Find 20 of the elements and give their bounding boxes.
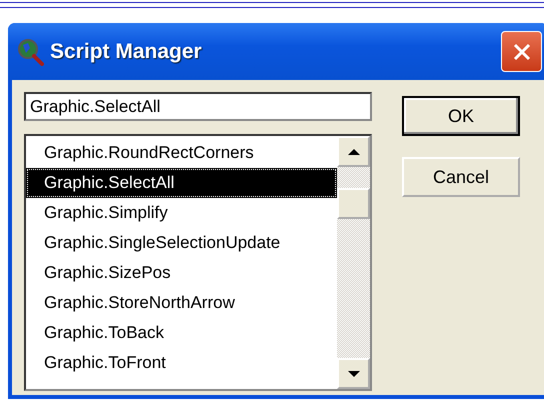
scrollbar[interactable] <box>337 136 370 389</box>
close-button[interactable] <box>501 31 542 72</box>
script-list-item[interactable]: Graphic.ToFront <box>26 348 337 378</box>
script-list-item[interactable]: Graphic.Simplify <box>26 198 337 228</box>
scroll-up-button[interactable] <box>337 136 370 167</box>
script-list-item[interactable]: Graphic.SizePos <box>26 258 337 288</box>
up-arrow-icon[interactable] <box>348 148 360 156</box>
globe-magnifier-icon <box>16 38 44 66</box>
ok-button[interactable]: OK <box>402 96 520 136</box>
cancel-button[interactable]: Cancel <box>402 157 520 197</box>
script-list-item[interactable]: Graphic.StoreNorthArrow <box>26 288 337 318</box>
scroll-down-button[interactable] <box>337 358 370 389</box>
script-list-item[interactable]: Graphic.ToBack <box>26 318 337 348</box>
script-list-item[interactable]: Graphic.SingleSelectionUpdate <box>26 228 337 258</box>
scroll-thumb[interactable] <box>337 188 370 219</box>
down-arrow-icon[interactable] <box>348 370 360 378</box>
script-name-field[interactable]: Graphic.SelectAll <box>24 92 372 121</box>
script-list-item[interactable]: Graphic.RoundRectCorners <box>26 138 337 168</box>
script-list-item[interactable]: Graphic.SelectAll <box>26 168 337 198</box>
window-title: Script Manager <box>50 40 202 64</box>
